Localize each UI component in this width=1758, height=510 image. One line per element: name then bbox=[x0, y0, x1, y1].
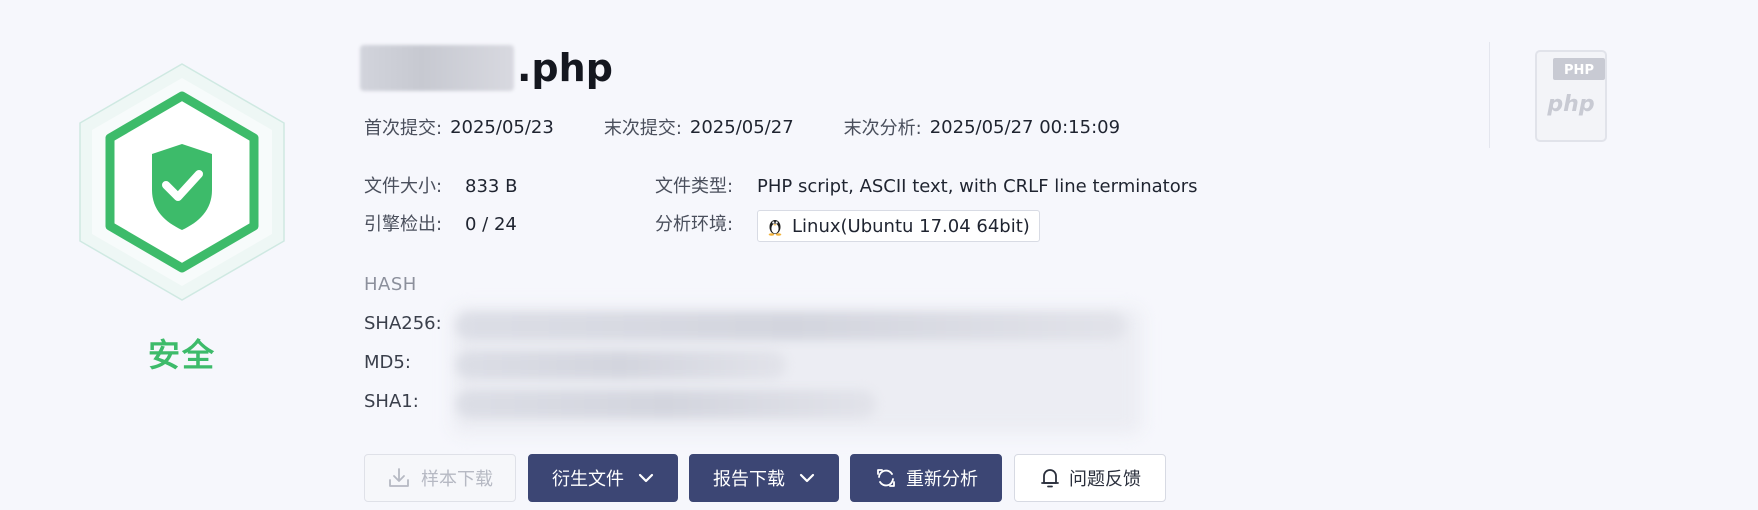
analysis-env-value: Linux(Ubuntu 17.04 64bit) bbox=[792, 215, 1030, 237]
file-type-value: PHP script, ASCII text, with CRLF line t… bbox=[757, 176, 1198, 197]
php-file-badge: PHP bbox=[1564, 63, 1594, 78]
report-download-label: 报告下载 bbox=[713, 469, 785, 490]
engine-detection-value: 0 / 24 bbox=[465, 214, 517, 235]
hash-section-title: HASH bbox=[364, 274, 417, 295]
engine-detection-label: 引擎检出: bbox=[364, 214, 443, 235]
last-submit-value: 2025/05/27 bbox=[689, 116, 794, 138]
first-submit-label: 首次提交: bbox=[364, 118, 443, 139]
vertical-divider bbox=[1489, 42, 1490, 148]
verdict-label: 安全 bbox=[147, 336, 216, 374]
last-submit-label: 末次提交: bbox=[603, 118, 682, 139]
chevron-down-icon bbox=[799, 473, 815, 483]
file-name: .php bbox=[360, 42, 613, 94]
php-file-text: php bbox=[1546, 92, 1594, 117]
refresh-icon bbox=[877, 469, 895, 487]
file-report-header: 安全 .php 首次提交: 2025/05/23 末次提交: 2025/05/2… bbox=[0, 0, 1758, 510]
verdict-badge: 安全 bbox=[62, 62, 300, 382]
sha1-value-redacted bbox=[456, 390, 876, 418]
last-analysis-label: 末次分析: bbox=[843, 118, 922, 139]
linux-penguin-icon bbox=[768, 220, 782, 236]
last-analysis-value: 2025/05/27 00:15:09 bbox=[929, 116, 1121, 138]
dates-row: 首次提交: 2025/05/23 末次提交: 2025/05/27 末次分析: … bbox=[364, 114, 1120, 140]
chevron-down-icon bbox=[638, 473, 654, 483]
reanalyze-label: 重新分析 bbox=[906, 469, 978, 490]
analysis-env-tag: Linux(Ubuntu 17.04 64bit) bbox=[757, 210, 1040, 242]
reanalyze-button[interactable]: 重新分析 bbox=[850, 454, 1002, 502]
hexagon-badge-icon bbox=[79, 63, 285, 301]
redacted-file-name bbox=[360, 45, 514, 91]
file-type-card: PHP php bbox=[1535, 50, 1607, 146]
file-size-value: 833 B bbox=[465, 176, 518, 197]
download-icon bbox=[389, 468, 409, 487]
md5-label: MD5: bbox=[364, 352, 411, 373]
report-download-button[interactable]: 报告下载 bbox=[689, 454, 839, 502]
analysis-env-label: 分析环境: bbox=[655, 214, 734, 235]
md5-value-redacted bbox=[456, 351, 786, 379]
sha256-label: SHA256: bbox=[364, 313, 442, 334]
sha256-value-redacted bbox=[456, 312, 1126, 340]
sha1-label: SHA1: bbox=[364, 391, 419, 412]
feedback-button[interactable]: 问题反馈 bbox=[1014, 454, 1166, 502]
feedback-label: 问题反馈 bbox=[1069, 469, 1141, 490]
derived-files-button[interactable]: 衍生文件 bbox=[528, 454, 678, 502]
file-size-label: 文件大小: bbox=[364, 176, 443, 197]
bell-icon bbox=[1041, 469, 1059, 488]
file-type-label: 文件类型: bbox=[655, 176, 734, 197]
php-file-icon: PHP php bbox=[1535, 50, 1607, 142]
derived-files-label: 衍生文件 bbox=[552, 469, 624, 490]
first-submit-value: 2025/05/23 bbox=[450, 116, 554, 138]
file-extension: .php bbox=[517, 46, 613, 90]
download-sample-label: 样本下载 bbox=[421, 469, 493, 490]
download-sample-button[interactable]: 样本下载 bbox=[364, 454, 516, 502]
